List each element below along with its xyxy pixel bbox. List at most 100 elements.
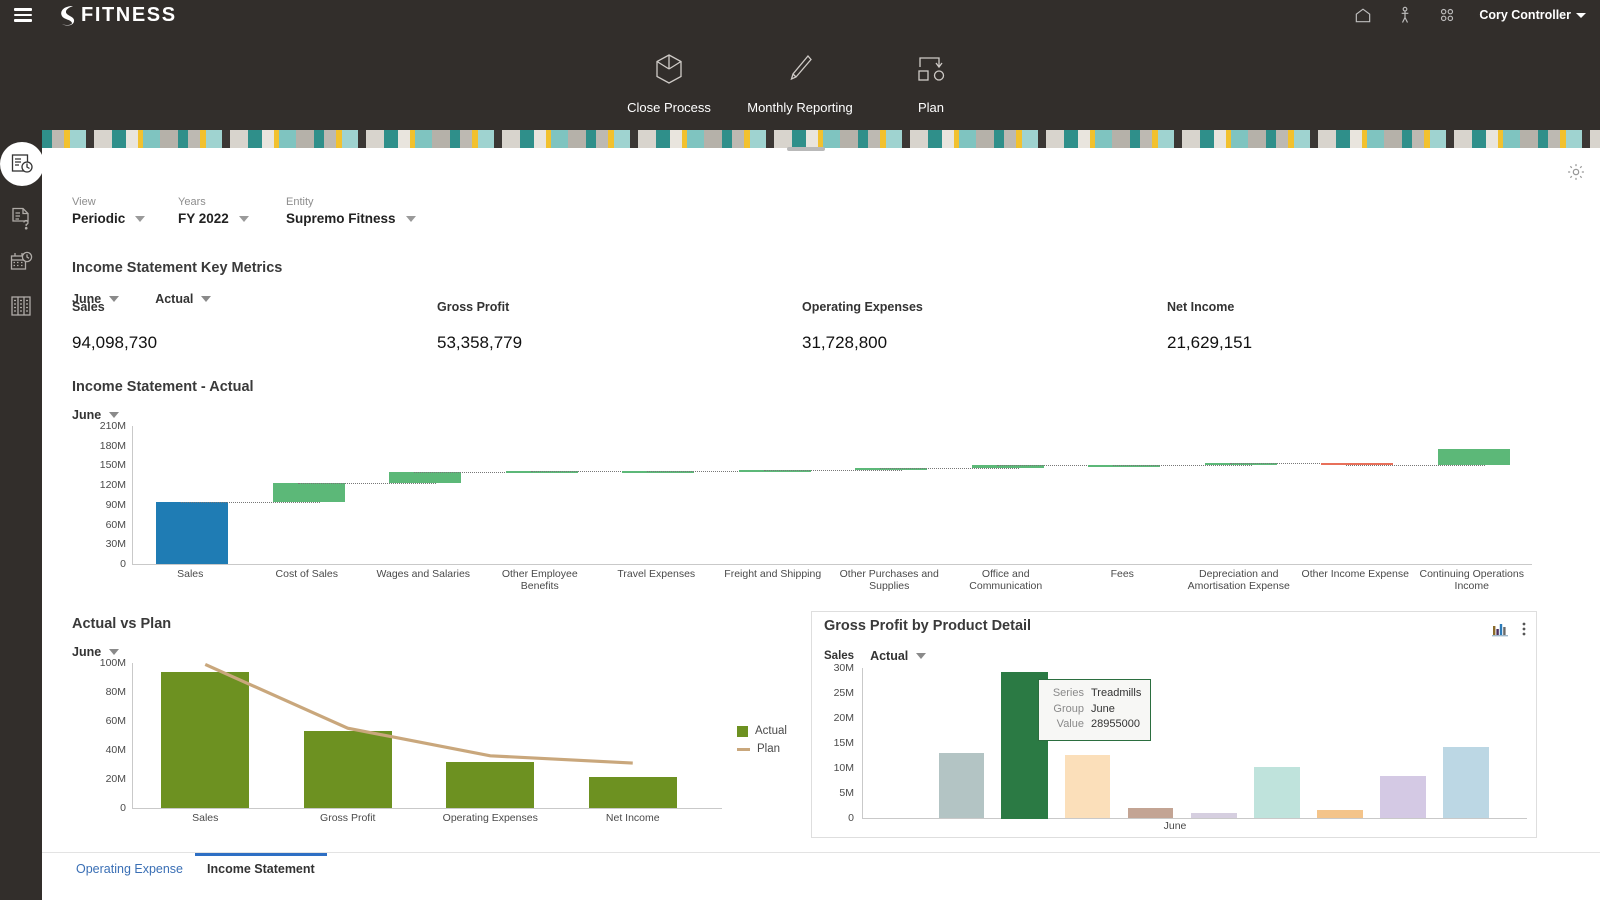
waterfall-connector — [298, 483, 436, 484]
kpi-label: Sales — [72, 300, 437, 314]
kpi-card-gross-profit: Gross Profit 53,358,779 — [437, 300, 802, 353]
tab-income-statement[interactable]: Income Statement — [195, 853, 327, 883]
waterfall-chart: June 030M60M90M120M150M180M210M SalesCos… — [72, 408, 1532, 593]
chevron-down-icon — [1576, 13, 1586, 18]
waterfall-connector — [880, 468, 1018, 469]
gross-profit-bar[interactable] — [1443, 747, 1488, 819]
legend-swatch-actual — [737, 726, 748, 737]
rail-item-grid-table[interactable] — [9, 294, 33, 318]
filter-entity[interactable]: Entity Supremo Fitness — [286, 196, 416, 226]
person-icon[interactable] — [1395, 5, 1415, 25]
waterfall-bar[interactable] — [273, 483, 345, 502]
gross-profit-bar[interactable] — [939, 753, 984, 818]
waterfall-y-tick: 60M — [106, 519, 126, 531]
rail-item-calendar-clock[interactable] — [9, 250, 33, 274]
chevron-down-icon — [239, 216, 249, 222]
avp-y-axis: 020M40M60M80M100M — [72, 663, 132, 808]
filter-view[interactable]: View Periodic — [72, 196, 162, 226]
hamburger-menu-icon[interactable] — [14, 8, 32, 22]
dashboard-report-icon — [10, 152, 34, 176]
kpi-value: 21,629,151 — [1167, 333, 1532, 353]
waterfall-y-tick: 90M — [106, 499, 126, 511]
filter-years[interactable]: Years FY 2022 — [178, 196, 270, 226]
gear-icon[interactable] — [1566, 162, 1586, 182]
nav-card-label: Monthly Reporting — [725, 100, 875, 115]
brand-name: FITNESS — [81, 4, 177, 27]
calendar-clock-icon — [9, 250, 33, 274]
filter-view-control[interactable]: Periodic — [72, 211, 162, 226]
tab-operating-expense[interactable]: Operating Expense — [64, 853, 195, 883]
kpi-card-net-income: Net Income 21,629,151 — [1167, 300, 1532, 353]
waterfall-plot-area — [134, 426, 1532, 564]
gross-profit-y-axis-line — [862, 668, 863, 818]
tooltip-value-key: Value — [1048, 717, 1084, 733]
chevron-down-icon — [109, 412, 119, 418]
kpi-value: 94,098,730 — [72, 333, 437, 353]
nav-card-monthly-reporting[interactable]: Monthly Reporting — [725, 30, 875, 115]
gross-profit-bar[interactable] — [1065, 755, 1110, 819]
gross-profit-bar[interactable] — [1380, 776, 1425, 818]
waterfall-x-label: Wages and Salaries — [365, 568, 482, 592]
panel-drag-handle[interactable] — [787, 147, 825, 151]
gross-profit-scenario-dropdown[interactable]: Actual — [870, 649, 926, 663]
kpi-value: 31,728,800 — [802, 333, 1167, 353]
waterfall-y-axis-line — [132, 426, 133, 564]
waterfall-y-tick: 120M — [100, 479, 126, 491]
apps-grid-icon[interactable] — [1437, 5, 1457, 25]
avp-y-tick: 80M — [106, 686, 126, 698]
kpi-label: Net Income — [1167, 300, 1532, 314]
filter-entity-control[interactable]: Supremo Fitness — [286, 211, 416, 226]
gross-profit-y-tick: 25M — [834, 687, 854, 699]
waterfall-y-axis: 030M60M90M120M150M180M210M — [72, 426, 132, 564]
gross-profit-bar[interactable] — [1191, 813, 1236, 818]
chevron-down-icon — [406, 216, 416, 222]
fitness-logo-icon — [54, 2, 80, 28]
rail-item-dashboard-report[interactable] — [0, 142, 44, 186]
legend-item-actual[interactable]: Actual — [737, 725, 787, 737]
gross-profit-panel: Gross Profit by Product Detail Sales Act… — [811, 611, 1537, 838]
grid-table-icon — [9, 294, 33, 318]
waterfall-y-tick: 180M — [100, 440, 126, 452]
waterfall-y-tick: 150M — [100, 459, 126, 471]
waterfall-x-label: Fees — [1064, 568, 1181, 592]
primary-nav: Close Process Monthly Reporting Plan — [0, 30, 1600, 130]
waterfall-y-tick: 210M — [100, 420, 126, 432]
gross-profit-controls: Sales Actual — [824, 649, 926, 663]
gross-profit-plot-area — [864, 668, 1524, 818]
waterfall-bar[interactable] — [1438, 449, 1510, 465]
gross-profit-bar[interactable] — [1254, 767, 1299, 818]
top-bar: FITNESS Cory Controller — [0, 0, 1600, 30]
waterfall-bar[interactable] — [156, 502, 228, 564]
avp-x-labels: SalesGross ProfitOperating ExpensesNet I… — [134, 812, 704, 824]
kpi-label: Operating Expenses — [802, 300, 1167, 314]
gross-profit-y-tick: 30M — [834, 662, 854, 674]
bar-chart-icon[interactable] — [1492, 621, 1508, 637]
waterfall-x-label: Office and Communication — [948, 568, 1065, 592]
rail-item-document-question[interactable] — [9, 206, 33, 230]
nav-card-plan[interactable]: Plan — [875, 30, 987, 115]
waterfall-connector — [1346, 465, 1484, 466]
nav-card-close-process[interactable]: Close Process — [613, 30, 725, 115]
waterfall-x-axis-line — [132, 564, 1532, 565]
filter-years-control[interactable]: FY 2022 — [178, 211, 270, 226]
waterfall-x-label: Sales — [132, 568, 249, 592]
gross-profit-y-tick: 10M — [834, 762, 854, 774]
waterfall-bar[interactable] — [389, 472, 461, 483]
waterfall-connector — [764, 470, 902, 471]
legend-label: Plan — [757, 743, 780, 755]
gross-profit-bar[interactable] — [1317, 810, 1362, 819]
gross-profit-bar[interactable] — [1128, 808, 1173, 818]
user-menu[interactable]: Cory Controller — [1479, 8, 1586, 22]
top-bar-actions: Cory Controller — [1353, 5, 1600, 25]
filter-bar: View Periodic Years FY 2022 Entity Supre… — [72, 196, 432, 226]
nav-card-label: Close Process — [613, 100, 725, 115]
avp-x-label: Gross Profit — [277, 812, 420, 824]
waterfall-x-label: Travel Expenses — [598, 568, 715, 592]
more-vertical-icon[interactable] — [1522, 621, 1526, 637]
cube-icon — [613, 52, 725, 86]
user-name-label: Cory Controller — [1479, 8, 1571, 22]
avp-x-label: Operating Expenses — [419, 812, 562, 824]
avp-legend: Actual Plan — [737, 725, 787, 761]
legend-item-plan[interactable]: Plan — [737, 743, 787, 755]
home-icon[interactable] — [1353, 5, 1373, 25]
